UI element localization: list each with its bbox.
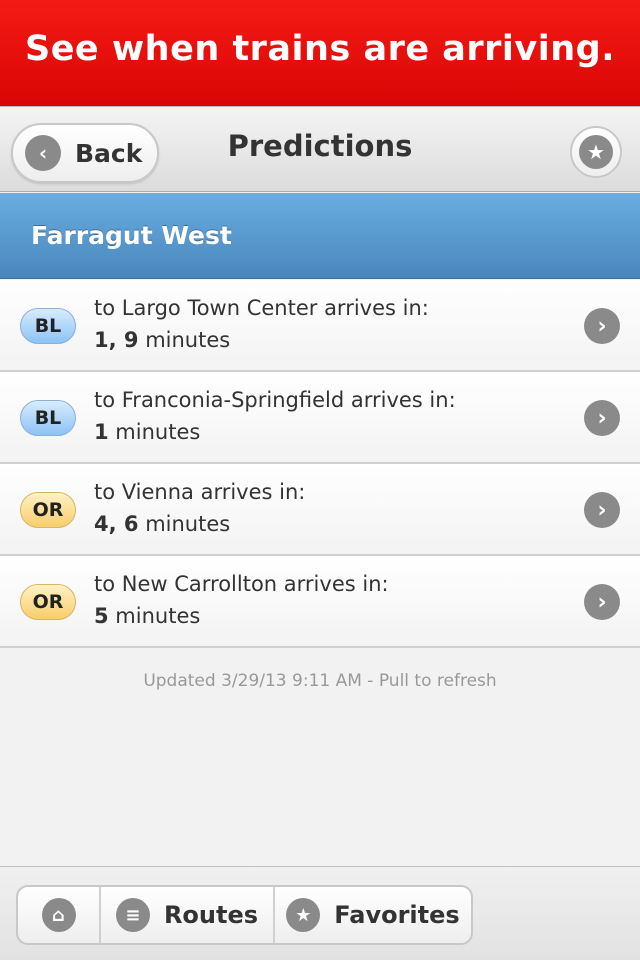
footer-toolbar: ⌂ ≡ Routes ★ Favorites: [0, 866, 640, 960]
arrival-times: 1: [94, 420, 109, 444]
station-header: Farragut West: [0, 193, 640, 279]
prediction-row[interactable]: OR to Vienna arrives in: 4, 6 minutes ›: [0, 464, 640, 556]
time-unit: minutes: [138, 512, 231, 536]
tab-home[interactable]: ⌂: [18, 887, 101, 943]
chevron-right-icon: ›: [584, 492, 620, 528]
home-icon: ⌂: [41, 898, 76, 932]
list-icon: ≡: [115, 898, 150, 932]
tab-routes[interactable]: ≡ Routes: [101, 887, 275, 943]
line-badge: BL: [20, 400, 76, 436]
predictions-list: BL to Largo Town Center arrives in: 1, 9…: [0, 280, 640, 648]
prediction-row[interactable]: OR to New Carrollton arrives in: 5 minut…: [0, 556, 640, 648]
prediction-times: 4, 6 minutes: [94, 512, 230, 536]
prediction-times: 5 minutes: [94, 604, 200, 628]
chevron-right-icon: ›: [584, 400, 620, 436]
star-icon: ★: [286, 898, 321, 932]
line-badge: OR: [20, 584, 76, 620]
prediction-row[interactable]: BL to Largo Town Center arrives in: 1, 9…: [0, 280, 640, 372]
arrival-times: 4, 6: [94, 512, 139, 536]
routes-label: Routes: [163, 901, 259, 929]
tab-favorites[interactable]: ★ Favorites: [275, 887, 471, 943]
line-badge: BL: [20, 308, 76, 344]
time-unit: minutes: [108, 604, 201, 628]
arrival-times: 5: [94, 604, 109, 628]
prediction-destination: to Vienna arrives in:: [94, 480, 306, 504]
prediction-destination: to New Carrollton arrives in:: [94, 572, 389, 596]
prediction-destination: to Franconia-Springfield arrives in:: [94, 388, 456, 412]
banner-text: See when trains are arriving.: [24, 29, 616, 69]
tab-bar: ⌂ ≡ Routes ★ Favorites: [16, 885, 473, 945]
station-name: Farragut West: [31, 221, 232, 250]
prediction-row[interactable]: BL to Franconia-Springfield arrives in: …: [0, 372, 640, 464]
time-unit: minutes: [138, 328, 231, 352]
arrival-times: 1, 9: [94, 328, 139, 352]
line-badge: OR: [20, 492, 76, 528]
prediction-times: 1 minutes: [94, 420, 200, 444]
star-icon: ★: [579, 135, 613, 169]
time-unit: minutes: [108, 420, 201, 444]
updated-status: Updated 3/29/13 9:11 AM - Pull to refres…: [143, 671, 497, 691]
favorites-label: Favorites: [334, 901, 460, 929]
chevron-right-icon: ›: [584, 584, 620, 620]
chevron-right-icon: ›: [584, 308, 620, 344]
prediction-destination: to Largo Town Center arrives in:: [94, 296, 429, 320]
promo-banner: See when trains are arriving.: [0, 0, 640, 106]
navigation-bar: ‹ Back Predictions ★: [0, 106, 640, 192]
page-title: Predictions: [227, 129, 413, 163]
prediction-times: 1, 9 minutes: [94, 328, 230, 352]
favorite-button[interactable]: ★: [570, 126, 622, 178]
